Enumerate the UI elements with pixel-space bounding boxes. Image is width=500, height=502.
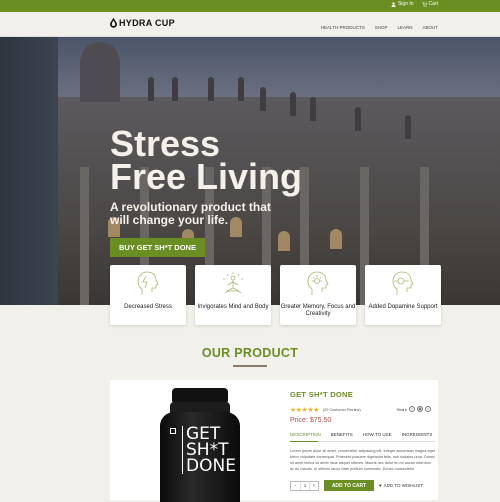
our-product-heading: OUR PRODUCT [201,346,299,360]
statue [148,77,154,101]
statue [238,77,244,101]
tab-how-to-use[interactable]: HOW TO USE [363,432,392,437]
statue [405,115,411,139]
qty-decrease-button[interactable]: - [291,482,300,490]
feature-card: Added Dopamine Support [365,265,441,325]
water-drop-icon [110,17,117,28]
nav-shop[interactable]: SHOP [375,25,388,30]
logo[interactable]: HYDRA CUP [110,17,175,28]
sign-in-label: Sign In [397,1,414,7]
bottle-label: GET SH*T DONE [182,426,236,476]
meditation-icon [223,272,243,294]
statue [260,87,266,111]
share-label: Share [396,406,407,412]
checkbox-icon [170,428,176,434]
tab-ingredients[interactable]: INGREDIENTS [402,432,433,437]
feature-card: Greater Memory, Focus and Creativity [280,265,356,325]
review-count[interactable]: (20 Customer Review) [323,408,361,412]
product-bottle-image: GET SH*T DONE [160,388,240,502]
product-card: GET SH*T DONE GET SH*T DONE ★★★★★ (20 Cu… [110,380,438,502]
main-navbar: HYDRA CUP HEALTH PRODUCTS SHOP LEARN ABO… [0,12,500,37]
instagram-icon[interactable]: ▣ [417,406,423,412]
product-description: Lorem ipsum dolor sit amet, consectetur … [290,449,435,471]
active-tab-indicator [290,440,318,442]
feature-label: Greater Memory, Focus and Creativity [280,304,356,317]
heart-icon: ♥ [379,483,382,488]
hero-title-line2: Free Living [110,156,303,197]
tab-benefits[interactable]: BENEFITS [331,432,353,437]
head-brain-icon [392,271,414,295]
purchase-actions: - 1 + ADD TO CART ♥ ADD TO WISHLIST [290,480,435,491]
hero-sky [58,37,500,97]
nav-about[interactable]: ABOUT [422,25,438,30]
main-nav: HEALTH PRODUCTS SHOP LEARN ABOUT [321,25,438,30]
feature-label: Added Dopamine Support [368,304,438,310]
wishlist-label: ADD TO WISHLIST [383,483,424,488]
statue [290,92,296,116]
heading-divider [233,365,267,367]
share-links: Share f ▣ t [396,406,431,412]
window [278,231,290,251]
feature-card: Invigorates Mind and Body [195,265,271,325]
user-icon [391,1,396,7]
head-lightbulb-icon [307,271,329,295]
qty-increase-button[interactable]: + [309,481,318,490]
product-tabs: DESCRIPTION BENEFITS HOW TO USE INGREDIE… [290,432,435,442]
cart-icon [421,1,427,7]
product-info: GET SH*T DONE ★★★★★ (20 Customer Review)… [290,390,435,491]
column [80,167,89,305]
window [330,229,342,249]
statue [172,77,178,101]
buy-now-button[interactable]: BUY GET SH*T DONE [110,238,205,257]
tab-description[interactable]: DESCRIPTION [290,432,321,437]
feature-card: Decreased Stress [110,265,186,325]
nav-learn[interactable]: LEARN [397,25,412,30]
cart-label: Cart [428,1,438,7]
rating-stars: ★★★★★ [290,407,319,414]
nav-health-products[interactable]: HEALTH PRODUCTS [321,25,365,30]
facebook-icon[interactable]: f [409,406,415,412]
cart-link[interactable]: Cart [421,1,438,7]
feature-label: Decreased Stress [124,304,172,310]
feature-cards: Decreased Stress Invigorates Mind and Bo… [110,265,441,325]
top-bar: Sign In Cart [0,0,500,12]
statue [208,77,214,101]
add-to-wishlist-button[interactable]: ♥ ADD TO WISHLIST [379,483,423,488]
bottle-label-line: DONE [186,456,236,476]
quantity-stepper: - 1 + [290,480,319,491]
sign-in-link[interactable]: Sign In [391,1,414,7]
qty-input[interactable]: 1 [300,481,309,490]
add-to-cart-button[interactable]: ADD TO CART [324,480,374,491]
hero-title: Stress Free Living [110,126,303,197]
logo-text: HYDRA CUP [119,17,175,28]
product-price: Price: $75.50 [290,417,332,424]
product-name: GET SH*T DONE [290,390,354,399]
feature-label: Invigorates Mind and Body [197,304,269,310]
hero-pillar [0,37,58,305]
statue [355,107,361,131]
head-lightning-icon [137,271,159,295]
statue [310,97,316,121]
hero-dome [80,42,120,102]
hero-subtitle: A revolutionary product that will change… [110,200,271,227]
twitter-icon[interactable]: t [425,406,431,412]
